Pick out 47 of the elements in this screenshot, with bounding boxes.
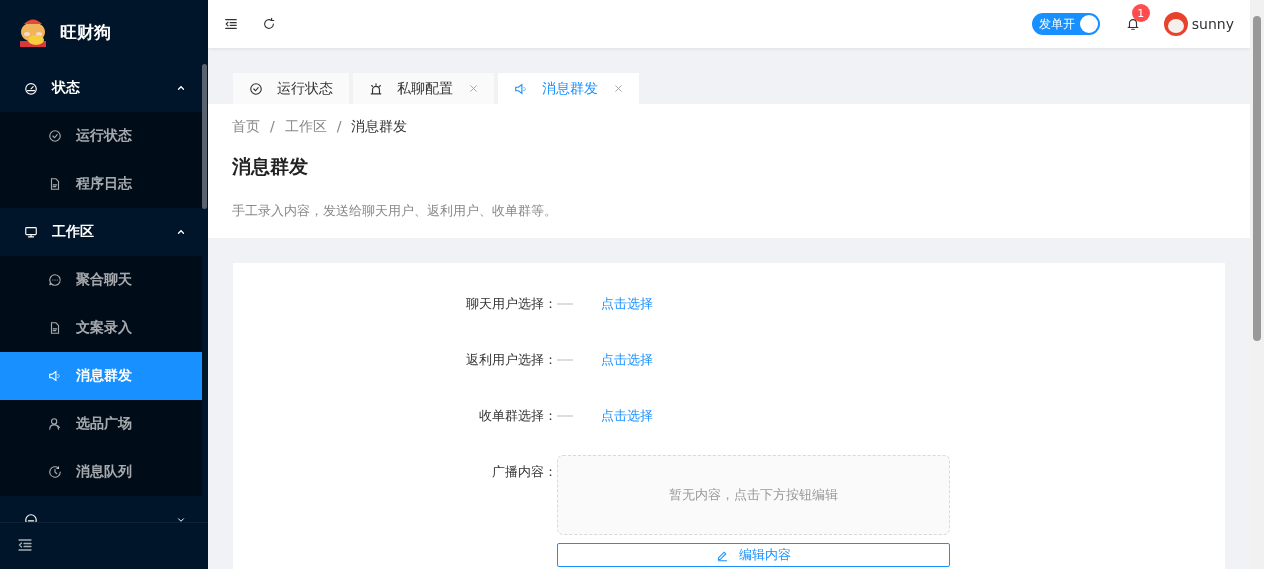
breadcrumb-link[interactable]: 首页 (232, 118, 260, 136)
gauge-icon (24, 81, 38, 95)
speaker-icon (514, 81, 528, 96)
empty-value-dash (557, 359, 573, 361)
field-label: 收单群选择： (478, 407, 557, 425)
notification-badge: 1 (1131, 4, 1150, 22)
document-icon (48, 177, 62, 191)
menu-group[interactable]: 工作区 (0, 208, 202, 256)
menu-item[interactable]: 程序日志 (0, 160, 202, 208)
field-label: 返利用户选择： (465, 351, 557, 369)
people-icon (48, 417, 62, 431)
scrollbar[interactable] (202, 64, 207, 209)
chat-bubble-icon (48, 273, 62, 287)
tab[interactable]: 运行状态 (233, 73, 349, 104)
tab[interactable]: 私聊配置 (353, 73, 494, 104)
page-description: 手工录入内容，发送给聊天用户、返利用户、收单群等。 (232, 202, 558, 220)
empty-value-dash (557, 303, 573, 305)
scrollbar[interactable] (1250, 0, 1264, 569)
menu-fold-icon (17, 536, 33, 553)
page-title: 消息群发 (232, 154, 309, 179)
avatar[interactable] (1163, 12, 1188, 36)
field-label: 聊天用户选择： (465, 295, 557, 313)
brand-name: 旺财狗 (60, 20, 111, 44)
menu-group[interactable]: 状态 (0, 64, 202, 112)
empty-value-dash (557, 415, 573, 417)
alarm-icon (369, 81, 383, 96)
document-icon (48, 321, 62, 335)
menu-item[interactable]: 聚合聊天 (0, 256, 202, 304)
breadcrumb-separator: / (270, 118, 275, 136)
clock-icon (48, 465, 62, 479)
breadcrumb-item: 消息群发 (351, 118, 408, 136)
breadcrumb-link[interactable]: 工作区 (284, 118, 327, 136)
breadcrumb-separator: / (336, 118, 342, 136)
check-circle-icon (249, 81, 263, 96)
check-circle-icon (48, 129, 62, 143)
user-name[interactable]: sunny (1191, 16, 1234, 32)
bell-icon (1125, 17, 1140, 31)
menu-item[interactable]: 运行状态 (0, 112, 202, 160)
menu-item[interactable]: 消息队列 (0, 448, 202, 496)
menu-fold-icon (224, 17, 238, 31)
menu-item[interactable]: 文案录入 (0, 304, 202, 352)
speaker-icon (48, 369, 62, 383)
refresh-icon (262, 17, 276, 31)
content-placeholder: 暂无内容，点击下方按钮编辑 (669, 486, 838, 504)
field-label: 广播内容： (491, 463, 557, 481)
menu-item[interactable]: 选品广场 (0, 400, 202, 448)
monitor-icon (24, 225, 38, 239)
